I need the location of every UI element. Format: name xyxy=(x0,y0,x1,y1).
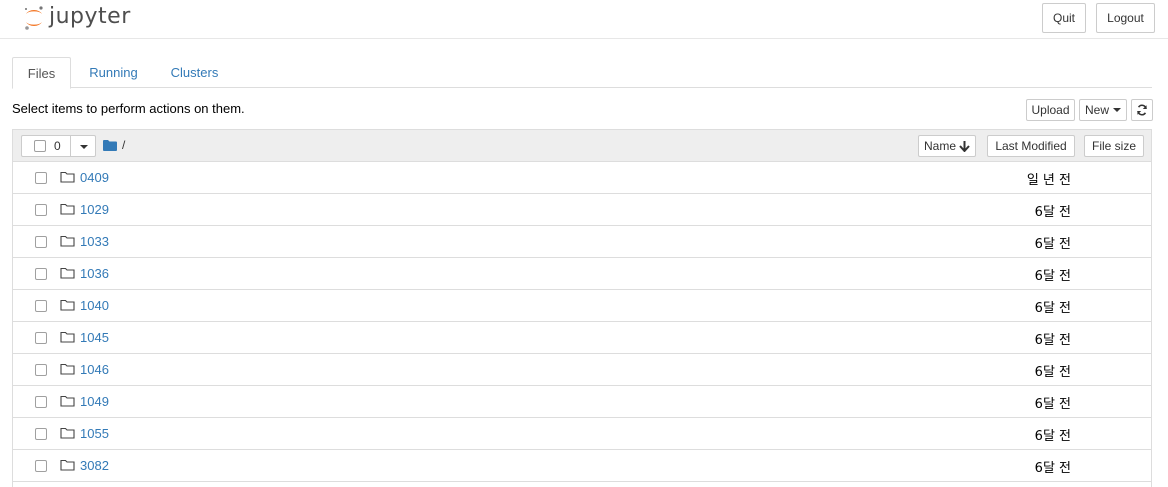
row-checkbox[interactable] xyxy=(35,268,47,280)
new-button[interactable]: New xyxy=(1079,99,1127,121)
folder-outline-icon xyxy=(60,395,75,407)
folder-outline-icon xyxy=(60,427,75,439)
sort-name-label: Name xyxy=(923,139,956,153)
file-row[interactable]: 1033 6달 전 xyxy=(13,226,1151,258)
folder-outline-icon xyxy=(60,203,75,215)
folder-outline-icon xyxy=(60,267,75,279)
logo-text: jupyter xyxy=(49,4,131,29)
folder-icon xyxy=(103,139,117,151)
file-name-link[interactable]: 3082 xyxy=(80,458,109,473)
quit-button[interactable]: Quit xyxy=(1042,3,1086,33)
file-modified: 6달 전 xyxy=(1034,365,1071,380)
tab-clusters[interactable]: Clusters xyxy=(162,57,227,88)
top-header: jupyter Quit Logout xyxy=(0,0,1168,39)
folder-outline-icon xyxy=(60,235,75,247)
file-name-link[interactable]: 1045 xyxy=(80,330,109,345)
row-checkbox[interactable] xyxy=(35,364,47,376)
row-checkbox[interactable] xyxy=(35,460,47,472)
file-rows: 0409 일 년 전 1029 6달 전 1033 6달 전 1036 6달 전… xyxy=(13,162,1151,482)
chevron-down-icon xyxy=(1113,108,1121,112)
file-row[interactable]: 1055 6달 전 xyxy=(13,418,1151,450)
folder-outline-icon xyxy=(60,299,75,311)
sort-name-button[interactable]: Name xyxy=(918,135,976,157)
jupyter-logo[interactable]: jupyter xyxy=(23,4,131,32)
file-row[interactable]: 1045 6달 전 xyxy=(13,322,1151,354)
file-name-link[interactable]: 1049 xyxy=(80,394,109,409)
sort-last-modified-button[interactable]: Last Modified xyxy=(987,135,1075,157)
folder-outline-icon xyxy=(60,459,75,471)
select-all-group[interactable]: 0 xyxy=(21,135,96,157)
divider xyxy=(70,136,71,156)
file-modified: 6달 전 xyxy=(1034,429,1071,444)
file-name-link[interactable]: 1046 xyxy=(80,362,109,377)
folder-outline-icon xyxy=(60,171,75,183)
file-modified: 일 년 전 xyxy=(1026,173,1071,188)
breadcrumb-root[interactable]: / xyxy=(122,138,125,152)
folder-outline-icon xyxy=(60,331,75,343)
row-checkbox[interactable] xyxy=(35,332,47,344)
chevron-down-icon[interactable] xyxy=(80,145,88,149)
file-row[interactable]: 0409 일 년 전 xyxy=(13,162,1151,194)
selected-count: 0 xyxy=(54,139,61,153)
new-button-label: New xyxy=(1084,103,1109,117)
file-modified: 6달 전 xyxy=(1034,461,1071,476)
file-modified: 6달 전 xyxy=(1034,397,1071,412)
row-checkbox[interactable] xyxy=(35,172,47,184)
refresh-icon xyxy=(1137,104,1147,116)
row-checkbox[interactable] xyxy=(35,204,47,216)
file-name-link[interactable]: 0409 xyxy=(80,170,109,185)
file-modified: 6달 전 xyxy=(1034,333,1071,348)
file-row[interactable]: 1046 6달 전 xyxy=(13,354,1151,386)
file-row[interactable]: 1029 6달 전 xyxy=(13,194,1151,226)
folder-outline-icon xyxy=(60,363,75,375)
tab-bar: Files Running Clusters xyxy=(12,57,1152,89)
tab-running[interactable]: Running xyxy=(76,57,151,88)
jupyter-logo-icon xyxy=(25,6,43,30)
row-checkbox[interactable] xyxy=(35,428,47,440)
file-name-link[interactable]: 1036 xyxy=(80,266,109,281)
tab-files[interactable]: Files xyxy=(12,57,71,89)
file-modified: 6달 전 xyxy=(1034,237,1071,252)
logout-button[interactable]: Logout xyxy=(1096,3,1155,33)
file-row[interactable]: 1049 6달 전 xyxy=(13,386,1151,418)
file-row[interactable]: 3082 6달 전 xyxy=(13,450,1151,482)
file-modified: 6달 전 xyxy=(1034,269,1071,284)
sort-file-size-button[interactable]: File size xyxy=(1084,135,1144,157)
breadcrumb[interactable]: / xyxy=(103,138,125,152)
file-modified: 6달 전 xyxy=(1034,205,1071,220)
file-row[interactable]: 1036 6달 전 xyxy=(13,258,1151,290)
selection-hint: Select items to perform actions on them. xyxy=(12,101,245,116)
file-row[interactable]: 1040 6달 전 xyxy=(13,290,1151,322)
row-checkbox[interactable] xyxy=(35,236,47,248)
file-name-link[interactable]: 1055 xyxy=(80,426,109,441)
file-name-link[interactable]: 1029 xyxy=(80,202,109,217)
upload-button[interactable]: Upload xyxy=(1026,99,1075,121)
refresh-button[interactable] xyxy=(1131,99,1153,121)
file-list-header: 0 / Name Last Modified File size xyxy=(13,130,1151,162)
arrow-down-icon xyxy=(959,140,970,152)
file-modified: 6달 전 xyxy=(1034,301,1071,316)
file-list: 0 / Name Last Modified File size 0409 일 … xyxy=(12,129,1152,487)
row-checkbox[interactable] xyxy=(35,300,47,312)
file-name-link[interactable]: 1033 xyxy=(80,234,109,249)
file-name-link[interactable]: 1040 xyxy=(80,298,109,313)
select-all-checkbox[interactable] xyxy=(34,140,46,152)
row-checkbox[interactable] xyxy=(35,396,47,408)
